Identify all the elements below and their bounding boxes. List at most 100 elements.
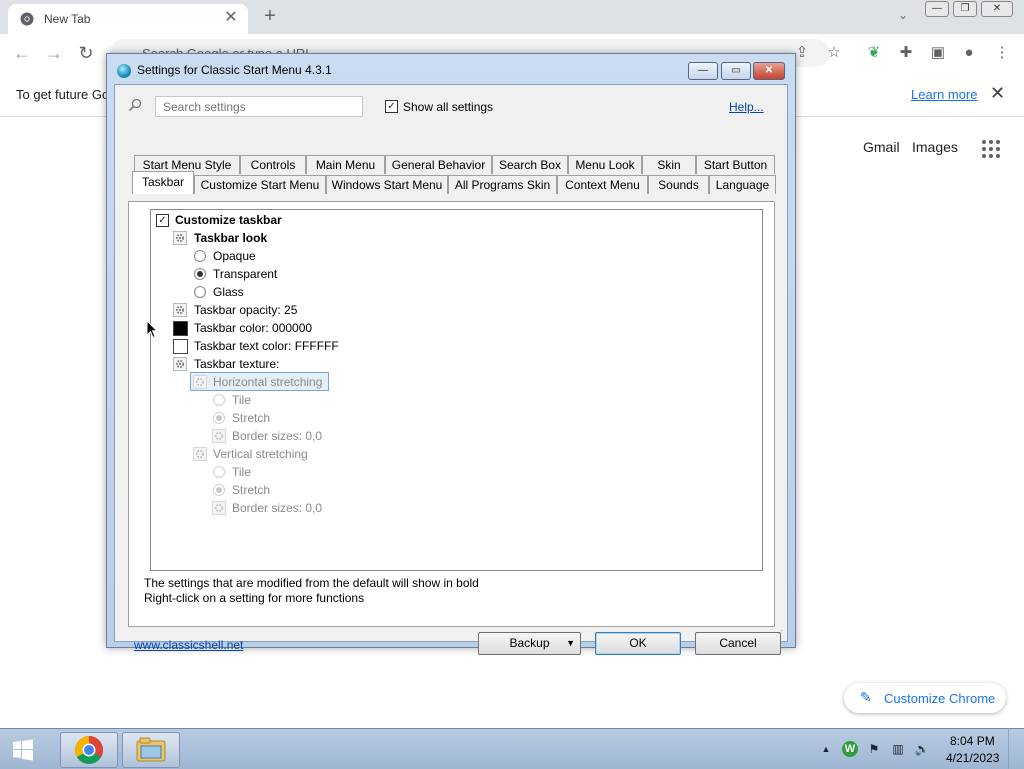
customize-taskbar-label: Customize taskbar — [175, 213, 282, 227]
classic-shell-icon — [117, 64, 131, 78]
v-stretch-radio — [213, 484, 225, 496]
customize-taskbar-checkbox[interactable]: ✓ — [156, 214, 169, 227]
glass-label: Glass — [213, 285, 244, 299]
transparent-radio[interactable] — [194, 268, 206, 280]
chrome-favicon-icon — [20, 12, 34, 26]
back-icon[interactable]: ← — [11, 42, 33, 64]
backup-button[interactable]: Backup ▼ — [478, 632, 581, 655]
reload-icon[interactable]: ↻ — [75, 42, 97, 64]
extensions-puzzle-icon[interactable]: ✚ — [896, 43, 916, 63]
v-tile-label: Tile — [232, 465, 251, 479]
windows-start-icon[interactable] — [10, 737, 36, 763]
search-settings-input[interactable] — [161, 99, 361, 115]
transparent-label: Transparent — [213, 267, 278, 281]
mouse-cursor-icon — [146, 320, 158, 339]
taskbar-opacity-label: Taskbar opacity: 25 — [194, 303, 298, 317]
search-settings-field[interactable] — [155, 96, 363, 117]
tab-close-icon[interactable]: ✕ — [222, 9, 240, 27]
side-panel-icon[interactable]: ▣ — [928, 43, 948, 63]
tab-general-behavior[interactable]: General Behavior — [385, 155, 492, 174]
h-stretch-radio — [213, 412, 225, 424]
tab-sounds[interactable]: Sounds — [648, 175, 709, 194]
minimize-window-button[interactable]: — — [925, 1, 949, 17]
images-link[interactable]: Images — [912, 139, 958, 155]
taskbar-explorer-button[interactable] — [122, 732, 180, 768]
google-apps-icon[interactable] — [982, 140, 1000, 158]
folder-icon — [136, 737, 166, 762]
show-all-settings-label: Show all settings — [403, 100, 494, 114]
extension-leaf-icon[interactable]: ❦ — [864, 43, 884, 63]
volume-icon[interactable]: 🔊 — [914, 741, 930, 757]
customize-chrome-label: Customize Chrome — [884, 691, 996, 706]
tab-title: New Tab — [44, 12, 91, 26]
settings-dialog: Settings for Classic Start Menu 4.3.1 — … — [106, 53, 796, 655]
show-desktop-button[interactable] — [1008, 729, 1024, 769]
gear-icon — [173, 231, 187, 245]
tab-skin[interactable]: Skin — [642, 155, 696, 174]
gear-icon — [173, 357, 187, 371]
gear-icon — [212, 429, 226, 443]
classicshell-website-link[interactable]: www.classicshell.net — [134, 638, 243, 652]
customize-chrome-button[interactable]: ✎ Customize Chrome — [844, 683, 1006, 713]
glass-radio[interactable] — [194, 286, 206, 298]
chrome-logo-icon — [75, 736, 103, 764]
taskbar-tab-panel: ✓ Customize taskbar Taskbar look Opaque … — [128, 201, 775, 627]
cancel-button[interactable]: Cancel — [695, 632, 781, 655]
profile-avatar-icon[interactable]: ● — [959, 43, 979, 63]
help-link[interactable]: Help... — [729, 100, 764, 114]
gear-icon — [212, 501, 226, 515]
tray-app-icon[interactable]: W — [842, 741, 858, 757]
taskbar-text-color-label: Taskbar text color: FFFFFF — [194, 339, 339, 353]
show-hidden-icons-icon[interactable]: ▲ — [818, 741, 834, 757]
tab-main-menu[interactable]: Main Menu — [306, 155, 385, 174]
show-all-settings-checkbox[interactable]: ✓ — [385, 100, 398, 113]
tab-start-button[interactable]: Start Button — [696, 155, 775, 174]
vertical-stretching-label: Vertical stretching — [213, 447, 308, 461]
h-tile-label: Tile — [232, 393, 251, 407]
taskbar-look-label: Taskbar look — [194, 231, 268, 245]
tab-taskbar[interactable]: Taskbar — [132, 171, 194, 194]
tab-language[interactable]: Language — [709, 175, 776, 194]
gmail-link[interactable]: Gmail — [863, 139, 900, 155]
tab-new-tab[interactable]: New Tab ✕ — [8, 4, 248, 34]
close-window-button[interactable]: ✕ — [981, 1, 1013, 17]
opaque-radio[interactable] — [194, 250, 206, 262]
tab-customize-start-menu[interactable]: Customize Start Menu — [194, 175, 326, 194]
resize-grip-icon[interactable]: ⋰ — [775, 629, 785, 639]
network-icon[interactable]: ▥ — [890, 741, 906, 757]
tab-controls[interactable]: Controls — [240, 155, 306, 174]
v-stretch-label: Stretch — [232, 483, 271, 497]
tab-search-box[interactable]: Search Box — [492, 155, 568, 174]
dialog-close-button[interactable]: ✕ — [753, 62, 785, 80]
learn-more-link[interactable]: Learn more — [911, 87, 977, 102]
infobar-text: To get future Go — [16, 87, 110, 102]
settings-tree: ✓ Customize taskbar Taskbar look Opaque … — [150, 209, 763, 571]
tab-search-icon[interactable]: ⌄ — [898, 8, 912, 22]
taskbar-color-swatch[interactable] — [173, 321, 188, 336]
dialog-minimize-button[interactable]: — — [688, 62, 718, 80]
gear-icon — [193, 447, 207, 461]
tab-menu-look[interactable]: Menu Look — [568, 155, 642, 174]
tab-all-programs-skin[interactable]: All Programs Skin — [448, 175, 557, 194]
new-tab-button[interactable]: + — [258, 4, 282, 28]
clock-date[interactable]: 4/21/2023 — [946, 751, 999, 765]
bookmark-star-icon[interactable]: ☆ — [824, 43, 844, 63]
taskbar-chrome-button[interactable] — [60, 732, 118, 768]
taskbar-text-color-swatch[interactable] — [173, 339, 188, 354]
gear-icon — [193, 375, 207, 389]
infobar-close-icon[interactable]: ✕ — [990, 83, 1005, 104]
forward-icon[interactable]: → — [43, 42, 65, 64]
horizontal-stretching-label: Horizontal stretching — [213, 375, 323, 389]
tab-windows-start-menu[interactable]: Windows Start Menu — [326, 175, 448, 194]
tab-context-menu[interactable]: Context Menu — [557, 175, 648, 194]
right-click-note: Right-click on a setting for more functi… — [144, 591, 365, 605]
restore-window-button[interactable]: ❐ — [953, 1, 977, 17]
clock-time[interactable]: 8:04 PM — [950, 734, 995, 748]
dialog-maximize-button[interactable]: ▭ — [721, 62, 751, 80]
chrome-menu-icon[interactable]: ⋮ — [992, 43, 1012, 63]
ok-button[interactable]: OK — [595, 632, 681, 655]
search-icon — [128, 98, 142, 112]
taskbar-color-label: Taskbar color: 000000 — [194, 321, 313, 335]
action-center-flag-icon[interactable]: ⚑ — [866, 741, 882, 757]
h-border-label: Border sizes: 0,0 — [232, 429, 323, 443]
